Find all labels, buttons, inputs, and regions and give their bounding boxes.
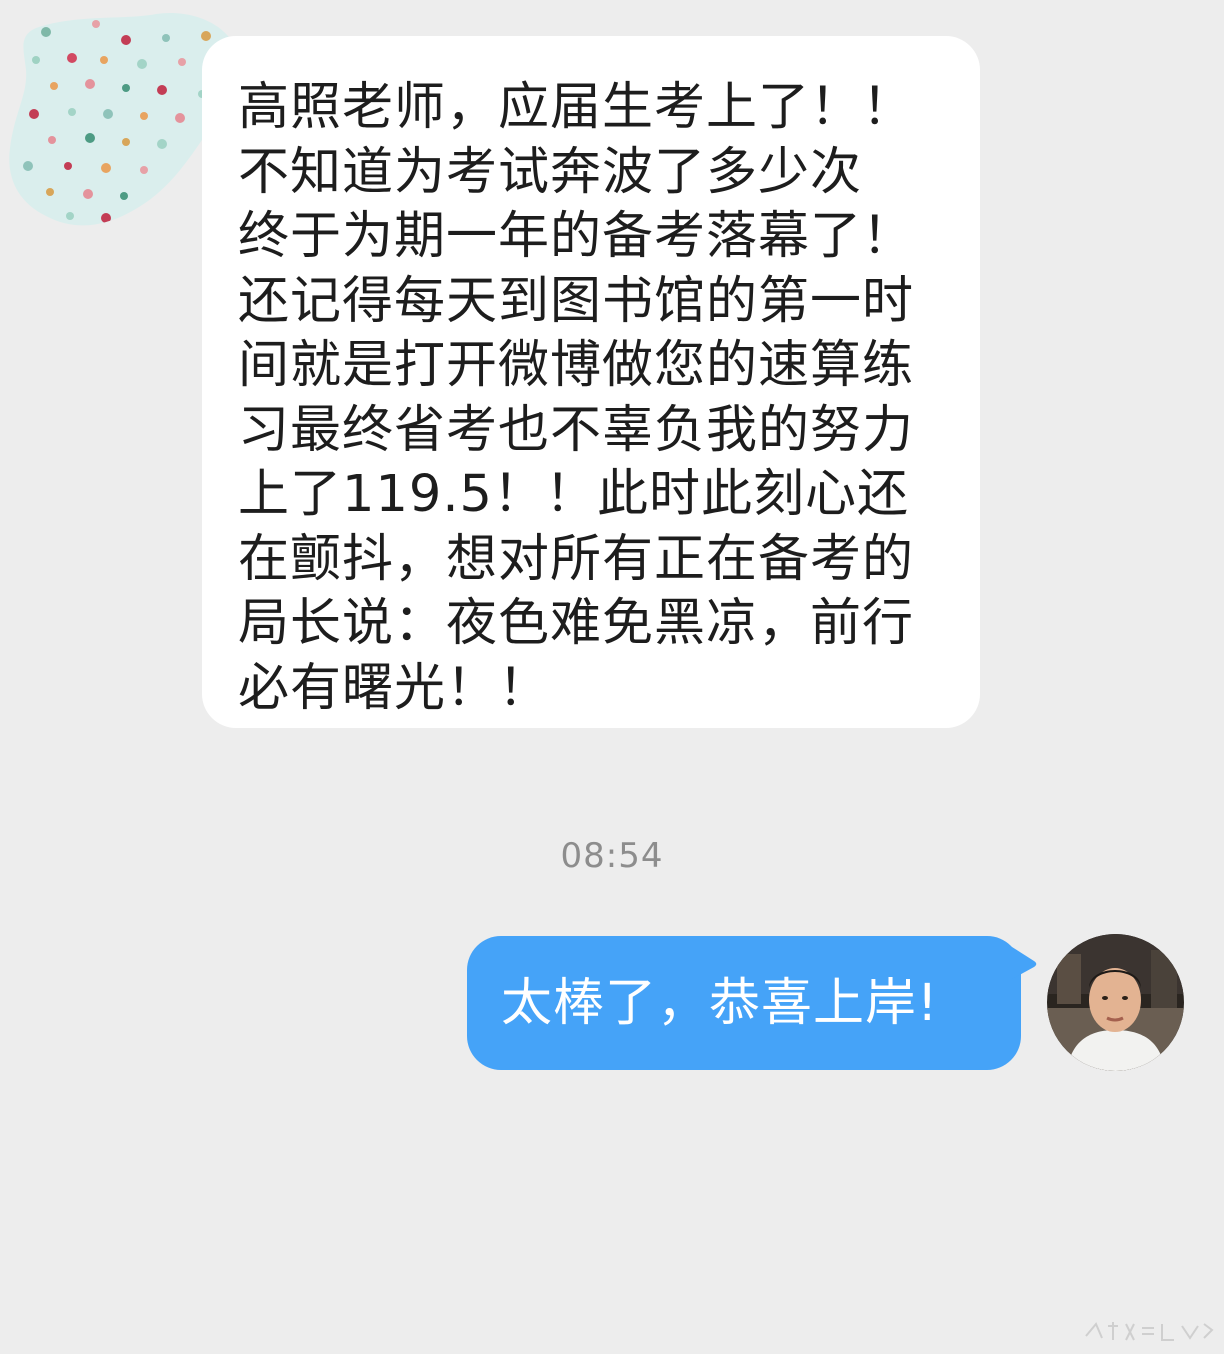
message-timestamp: 08:54 bbox=[560, 836, 664, 876]
user-photo-avatar[interactable] bbox=[1047, 934, 1184, 1071]
incoming-message-bubble[interactable]: 高照老师，应届生考上了！！ 不知道为考试奔波了多少次 终于为期一年的备考落幕了！… bbox=[202, 36, 980, 728]
outgoing-message-text: 太棒了，恭喜上岸! bbox=[501, 974, 939, 1033]
chat-area: 高照老师，应届生考上了！！ 不知道为考试奔波了多少次 终于为期一年的备考落幕了！… bbox=[0, 0, 1224, 1354]
outgoing-message-bubble[interactable]: 太棒了，恭喜上岸! bbox=[467, 936, 1021, 1070]
bubble-tail-icon bbox=[1012, 947, 1037, 979]
incoming-message-text: 高照老师，应届生考上了！！ 不知道为考试奔波了多少次 终于为期一年的备考落幕了！… bbox=[238, 78, 915, 718]
watermark-icon bbox=[1085, 1322, 1214, 1341]
person-photo-icon bbox=[1047, 934, 1184, 1071]
